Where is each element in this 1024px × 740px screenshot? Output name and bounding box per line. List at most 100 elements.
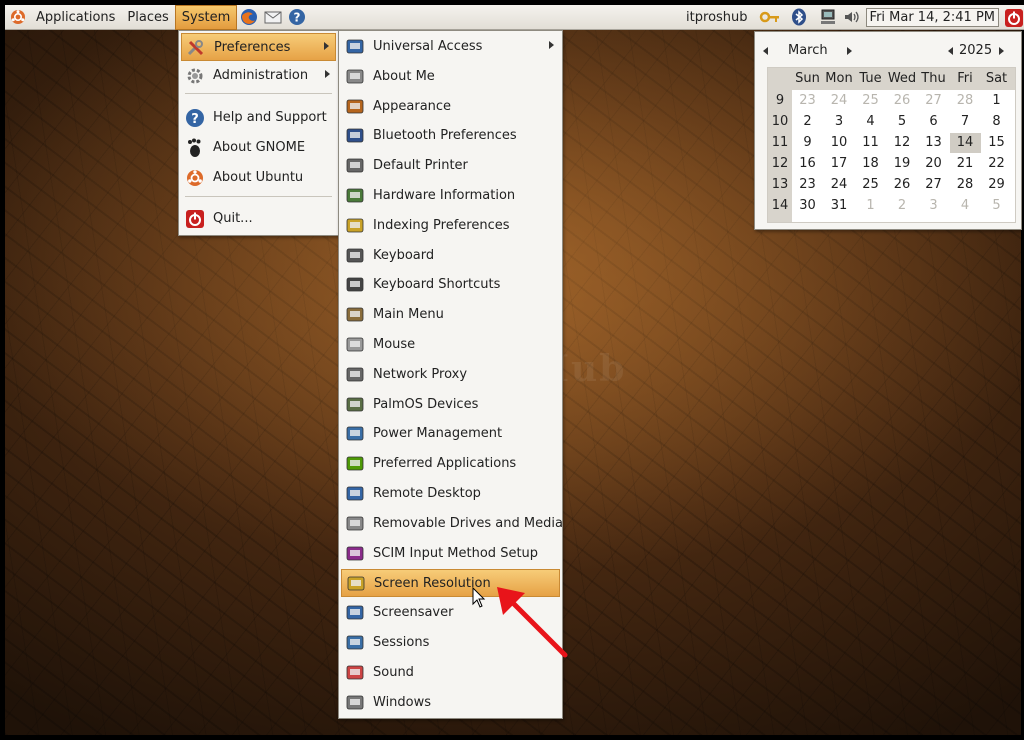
system-menu[interactable]: System (174, 4, 238, 30)
calendar-day[interactable]: 4 (950, 196, 981, 216)
calendar-day[interactable]: 26 (887, 91, 918, 111)
calendar-day[interactable]: 27 (918, 91, 949, 111)
calendar-day[interactable]: 13 (918, 133, 949, 153)
menu-item-preferences[interactable]: Preferences (181, 33, 336, 61)
calendar-day[interactable]: 11 (855, 133, 886, 153)
power-icon[interactable] (1004, 8, 1023, 27)
network-key-icon[interactable] (759, 8, 779, 26)
calendar-day[interactable]: 7 (950, 112, 981, 132)
calendar-day[interactable]: 2 (792, 112, 823, 132)
calendar-day[interactable]: 5 (887, 112, 918, 132)
menu-item-windows[interactable]: Windows (341, 689, 560, 717)
menu-item-about-gnome[interactable]: About GNOME (181, 134, 336, 162)
calendar-day[interactable]: 24 (824, 91, 855, 111)
menu-item-administration[interactable]: Administration (181, 62, 336, 90)
menu-item-label: Remote Desktop (373, 486, 481, 501)
calendar-day[interactable]: 29 (981, 175, 1012, 195)
preferred-apps-icon (345, 454, 365, 474)
calendar-day[interactable]: 20 (918, 154, 949, 174)
week-number: 14 (771, 198, 789, 213)
calendar-day[interactable]: 15 (981, 133, 1012, 153)
menu-item-label: Windows (373, 694, 432, 710)
calendar-day[interactable]: 1 (855, 196, 886, 216)
calendar-day[interactable]: 6 (918, 112, 949, 132)
menu-item-about-ubuntu[interactable]: About Ubuntu (181, 164, 336, 192)
calendar-day[interactable]: 8 (981, 112, 1012, 132)
indexing-icon (345, 216, 365, 236)
menu-item-label: About Ubuntu (213, 170, 304, 185)
firefox-icon[interactable] (240, 8, 258, 26)
calendar-day[interactable]: 26 (887, 175, 918, 195)
calendar-day[interactable]: 14 (949, 133, 981, 153)
menu-item-main-menu[interactable]: Main Menu (341, 301, 560, 329)
calendar-day[interactable]: 23 (792, 91, 823, 111)
sound-icon (345, 663, 365, 683)
menu-item-power-management[interactable]: Power Management (341, 420, 560, 448)
calendar-day[interactable]: 2 (887, 196, 918, 216)
menu-item-help-and-support[interactable]: ? Help and Support (181, 104, 336, 132)
menu-item-keyboard-shortcuts[interactable]: Keyboard Shortcuts (341, 271, 560, 299)
calendar-day[interactable]: 31 (824, 196, 855, 216)
calendar-day[interactable]: 17 (824, 154, 855, 174)
calendar-day[interactable]: 1 (981, 91, 1012, 111)
svg-text:?: ? (191, 112, 199, 127)
calendar-day[interactable]: 9 (792, 133, 823, 153)
menu-item-scim-input-method-setup[interactable]: SCIM Input Method Setup (341, 540, 560, 568)
menu-item-indexing-preferences[interactable]: Indexing Preferences (341, 212, 560, 240)
bluetooth-icon (345, 126, 365, 146)
menu-item-about-me[interactable]: About Me (341, 63, 560, 91)
menu-item-hardware-information[interactable]: Hardware Information (341, 182, 560, 210)
menu-item-palmos-devices[interactable]: PalmOS Devices (341, 391, 560, 419)
volume-icon[interactable] (843, 8, 861, 26)
calendar-day[interactable]: 30 (792, 196, 823, 216)
weekday-label: Sun (795, 71, 820, 86)
menu-item-mouse[interactable]: Mouse (341, 331, 560, 359)
calendar-day[interactable]: 5 (981, 196, 1012, 216)
next-month-button[interactable] (847, 47, 852, 55)
calendar-day[interactable]: 24 (824, 175, 855, 195)
menu-item-label: Bluetooth Preferences (373, 128, 517, 144)
calendar-day[interactable]: 19 (887, 154, 918, 174)
calendar-day[interactable]: 10 (824, 133, 855, 153)
calendar-day[interactable]: 3 (918, 196, 949, 216)
calendar-day[interactable]: 25 (855, 91, 886, 111)
calendar-day[interactable]: 23 (792, 175, 823, 195)
week-number: 10 (771, 114, 789, 129)
ubuntu-logo-icon[interactable] (9, 8, 27, 26)
menu-item-universal-access[interactable]: Universal Access (341, 33, 560, 61)
prev-month-button[interactable] (763, 47, 768, 55)
calendar-day[interactable]: 21 (950, 154, 981, 174)
calendar-day[interactable]: 18 (855, 154, 886, 174)
calendar-day[interactable]: 12 (887, 133, 918, 153)
mail-icon[interactable] (264, 8, 282, 26)
menu-item-appearance[interactable]: Appearance (341, 93, 560, 121)
calendar-day[interactable]: 25 (855, 175, 886, 195)
menu-item-default-printer[interactable]: Default Printer (341, 152, 560, 180)
menu-item-bluetooth-preferences[interactable]: Bluetooth Preferences (341, 122, 560, 150)
prev-year-button[interactable] (948, 47, 953, 55)
menu-item-label: Quit... (213, 211, 253, 226)
username-label[interactable]: itproshub (686, 10, 747, 25)
calendar-day[interactable]: 3 (824, 112, 855, 132)
calendar-day[interactable]: 28 (950, 175, 981, 195)
menu-item-quit[interactable]: Quit... (181, 205, 336, 233)
calendar-day[interactable]: 28 (950, 91, 981, 111)
preferences-icon (186, 38, 206, 58)
help-icon[interactable]: ? (288, 8, 306, 26)
places-menu[interactable]: Places (121, 5, 174, 30)
network-icon[interactable] (819, 8, 837, 26)
clock-applet[interactable]: Fri Mar 14, 2:41 PM (865, 7, 999, 27)
calendar-day[interactable]: 22 (981, 154, 1012, 174)
menu-item-remote-desktop[interactable]: Remote Desktop (341, 480, 560, 508)
calendar-day[interactable]: 16 (792, 154, 823, 174)
next-year-button[interactable] (999, 47, 1004, 55)
calendar-day[interactable]: 4 (855, 112, 886, 132)
gnome-foot-icon (185, 138, 205, 158)
applications-menu[interactable]: Applications (30, 5, 121, 30)
bluetooth-icon[interactable] (790, 8, 808, 26)
menu-item-keyboard[interactable]: Keyboard (341, 242, 560, 270)
menu-item-preferred-applications[interactable]: Preferred Applications (341, 450, 560, 478)
menu-item-network-proxy[interactable]: Network Proxy (341, 361, 560, 389)
calendar-day[interactable]: 27 (918, 175, 949, 195)
menu-item-removable-drives-and-media[interactable]: Removable Drives and Media (341, 510, 563, 538)
